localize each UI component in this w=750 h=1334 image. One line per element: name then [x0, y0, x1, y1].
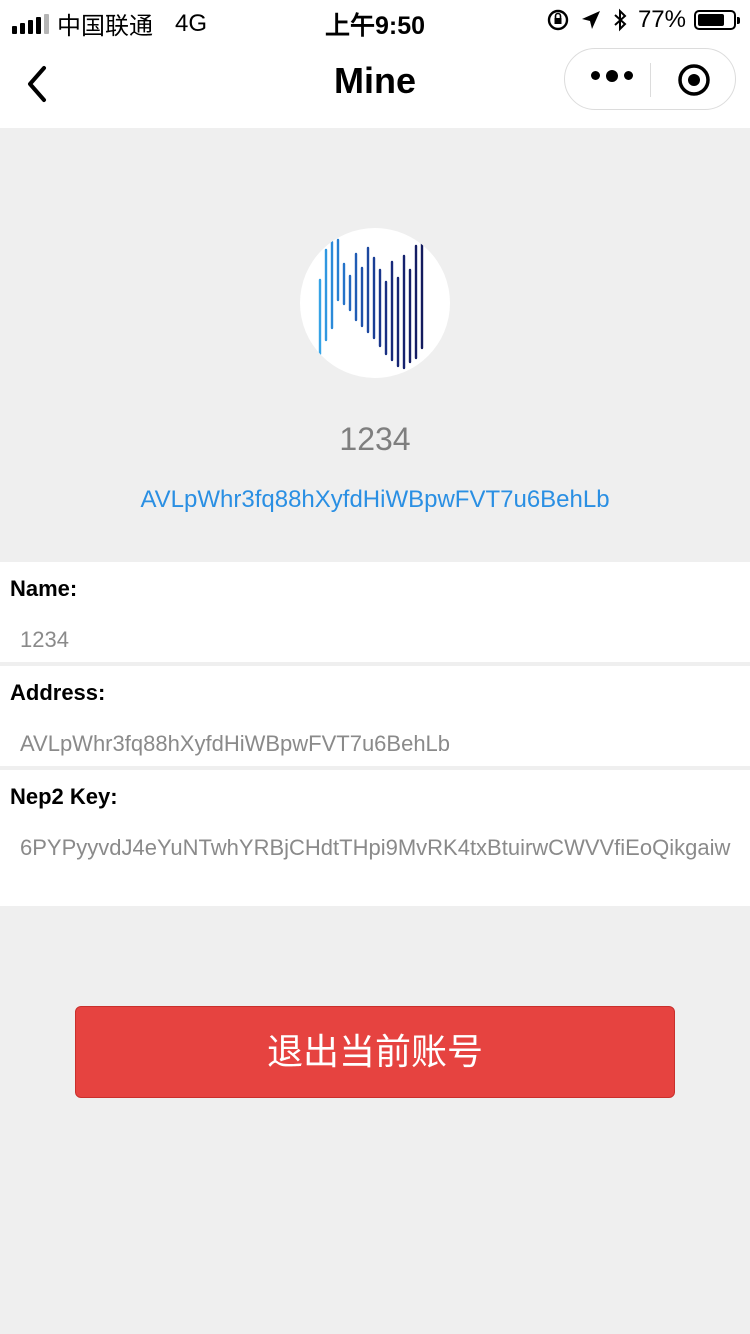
address-value: AVLpWhr3fq88hXyfdHiWBpwFVT7u6BehLb	[20, 731, 451, 756]
name-value: 1234	[20, 627, 69, 652]
target-circle-icon[interactable]	[677, 63, 711, 97]
nep2-key-label: Nep2 Key:	[10, 784, 118, 809]
address-section: Address: AVLpWhr3fq88hXyfdHiWBpwFVT7u6Be…	[0, 666, 750, 766]
orientation-lock-icon	[547, 9, 569, 31]
profile-name: 1234	[339, 421, 411, 457]
location-arrow-icon	[581, 11, 600, 29]
nep2-key-value: 6PYPyyvdJ4eYuNTwhYRBjCHdtTHpi9MvRK4txBtu…	[20, 835, 731, 860]
profile-address-link[interactable]: AVLpWhr3fq88hXyfdHiWBpwFVT7u6BehLb	[0, 486, 750, 514]
nep2-key-section: Nep2 Key: 6PYPyyvdJ4eYuNTwhYRBjCHdtTHpi9…	[0, 770, 750, 906]
battery-icon	[694, 10, 740, 30]
mini-program-capsule	[564, 48, 736, 110]
wallet-logo-icon	[318, 238, 424, 370]
status-right: 77%	[536, 6, 740, 34]
name-label: Name:	[10, 576, 78, 601]
avatar	[300, 228, 450, 378]
address-label: Address:	[10, 680, 106, 705]
name-section: Name: 1234	[0, 562, 750, 662]
more-dots-icon[interactable]	[591, 70, 633, 82]
navigation-bar: Mine	[0, 40, 750, 128]
capsule-divider	[650, 63, 651, 97]
logout-button[interactable]: 退出当前账号	[75, 1006, 675, 1098]
status-bar: 中国联通 4G 上午9:50 77%	[0, 0, 750, 40]
battery-percent: 77%	[637, 6, 686, 33]
profile-header: 1234 AVLpWhr3fq88hXyfdHiWBpwFVT7u6BehLb	[0, 128, 750, 560]
bluetooth-icon	[614, 8, 627, 32]
